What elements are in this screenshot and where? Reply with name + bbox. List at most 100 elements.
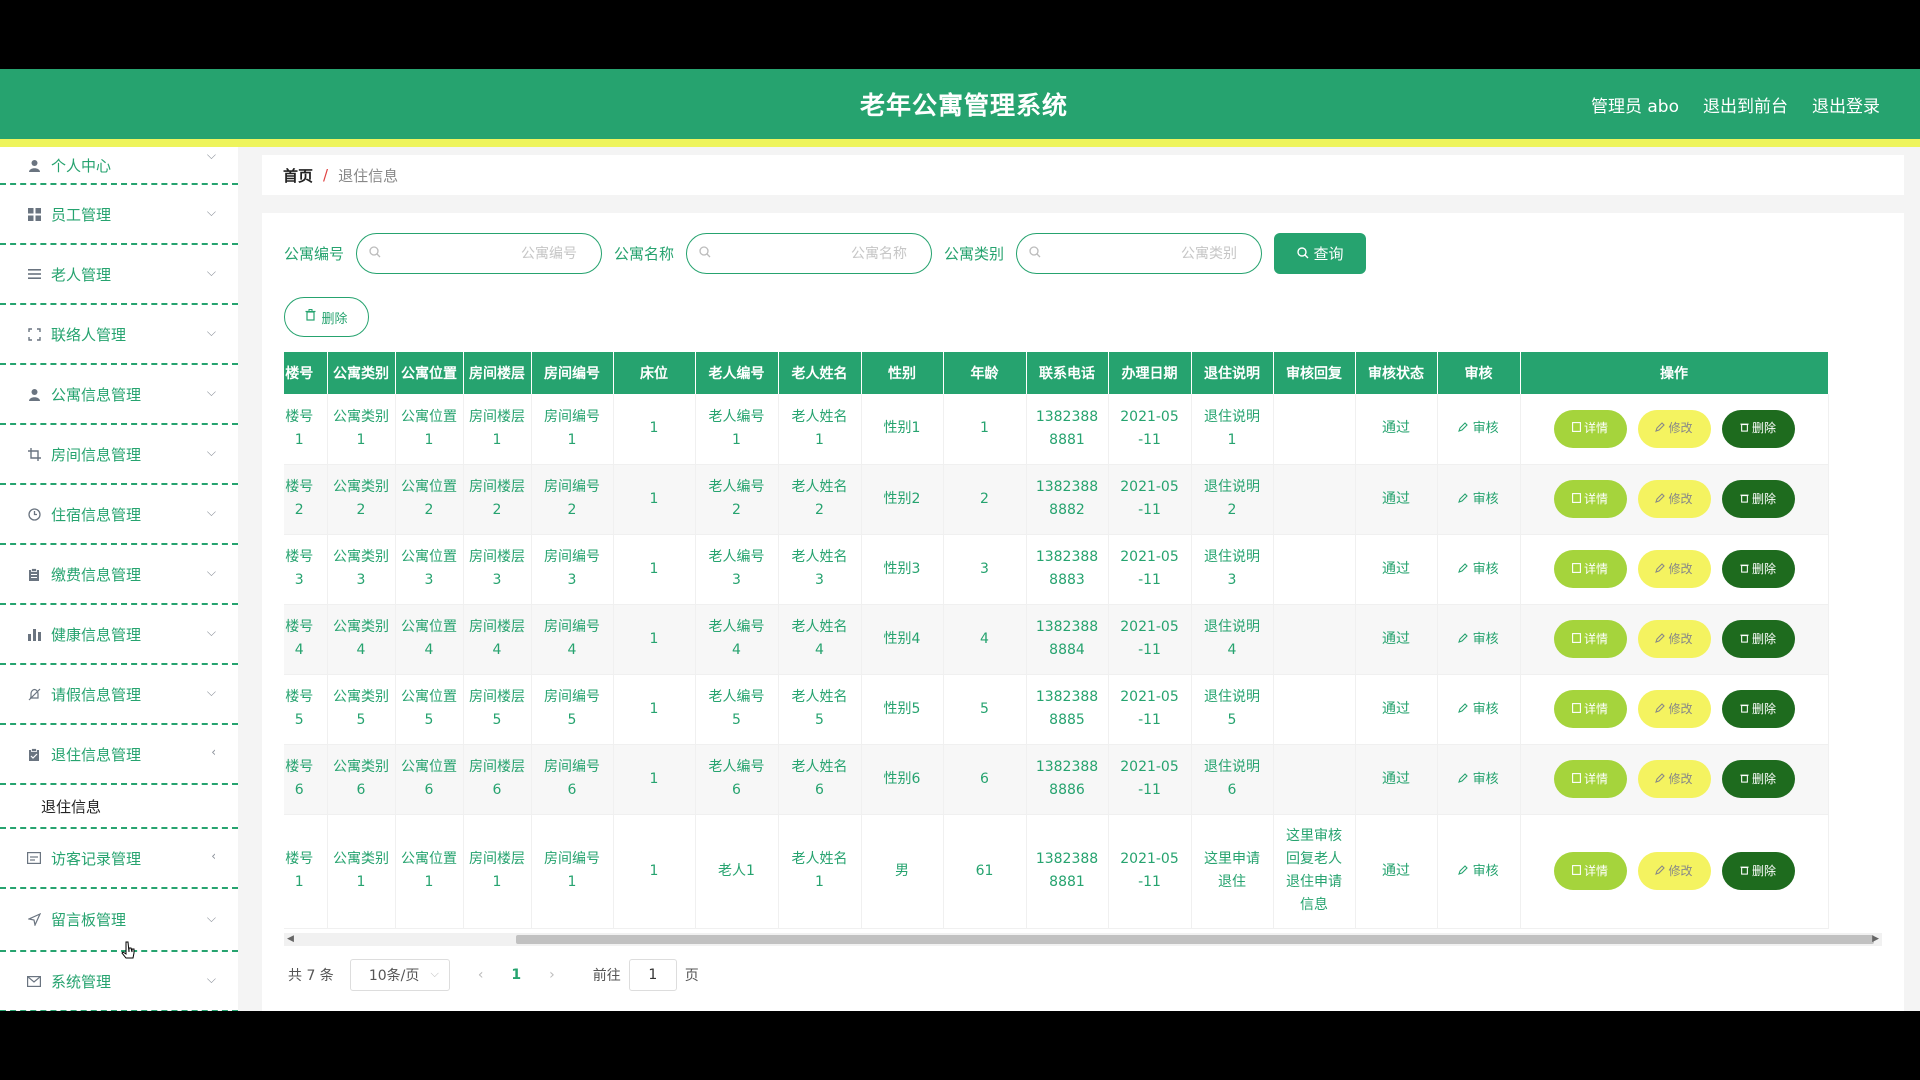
chevron-left-icon: ‹ bbox=[211, 745, 216, 759]
table-cell: 老人编号 6 bbox=[695, 744, 779, 815]
logout-link[interactable]: 退出登录 bbox=[1812, 92, 1880, 117]
sidebar-item[interactable]: 公寓信息管理 ⌵ bbox=[0, 365, 238, 425]
document-icon bbox=[1572, 628, 1581, 651]
chevron-down-icon: ⌵ bbox=[206, 625, 216, 639]
trash-icon bbox=[1740, 768, 1749, 791]
card-icon bbox=[26, 850, 42, 866]
sidebar-item[interactable]: 退住信息管理 ‹ bbox=[0, 725, 238, 785]
delete-button[interactable]: 删除 bbox=[1721, 550, 1795, 588]
audit-link[interactable]: 审核 bbox=[1458, 772, 1499, 787]
delete-button[interactable]: 删除 bbox=[1721, 852, 1795, 890]
scrollbar-thumb[interactable] bbox=[516, 935, 1874, 944]
sidebar-item[interactable]: 员工管理 ⌵ bbox=[0, 185, 238, 245]
column-header: 审核 bbox=[1437, 352, 1521, 394]
chevron-down-icon: ⌵ bbox=[206, 911, 216, 925]
column-header: 房间楼层 bbox=[463, 352, 532, 394]
header-accent-bar bbox=[0, 139, 1920, 147]
chevron-down-icon: ⌵ bbox=[206, 148, 216, 162]
table-cell: 6 bbox=[943, 744, 1027, 815]
edit-label: 修改 bbox=[1668, 491, 1693, 506]
document-icon bbox=[1572, 558, 1581, 581]
operations-cell: 详情 修改 删除 bbox=[1520, 674, 1829, 745]
user-icon bbox=[26, 386, 42, 402]
sidebar-item[interactable]: 访客记录管理 ‹ bbox=[0, 829, 238, 889]
audit-link[interactable]: 审核 bbox=[1458, 421, 1499, 436]
table-cell: 1 bbox=[613, 604, 696, 675]
audit-link[interactable]: 审核 bbox=[1458, 562, 1499, 577]
audit-link[interactable]: 审核 bbox=[1458, 864, 1499, 879]
chevron-down-icon: ⌵ bbox=[206, 205, 216, 219]
edit-button[interactable]: 修改 bbox=[1637, 409, 1711, 448]
delete-button[interactable]: 删除 bbox=[1721, 620, 1795, 658]
horizontal-scrollbar[interactable]: ◀ ▶ bbox=[284, 933, 1882, 946]
table-cell: 房间楼层 4 bbox=[463, 604, 532, 675]
audit-link[interactable]: 审核 bbox=[1458, 702, 1499, 717]
sidebar-item[interactable]: 联络人管理 ⌵ bbox=[0, 305, 238, 365]
sidebar-item[interactable]: 系统管理 ⌵ bbox=[0, 952, 238, 1011]
detail-button[interactable]: 详情 bbox=[1553, 690, 1627, 728]
delete-label: 删除 bbox=[1751, 491, 1776, 506]
goto-page-input[interactable] bbox=[628, 959, 677, 991]
delete-button[interactable]: 删除 bbox=[1721, 760, 1795, 798]
edit-button[interactable]: 修改 bbox=[1637, 760, 1711, 798]
sidebar-item-label: 员工管理 bbox=[51, 205, 112, 224]
sidebar-item[interactable]: 请假信息管理 ⌵ bbox=[0, 665, 238, 725]
audit-link[interactable]: 审核 bbox=[1458, 491, 1499, 507]
crop-icon bbox=[26, 446, 42, 462]
edit-button[interactable]: 修改 bbox=[1637, 620, 1711, 658]
edit-button[interactable]: 修改 bbox=[1637, 690, 1711, 728]
scroll-right-icon[interactable]: ▶ bbox=[1872, 933, 1879, 946]
audit-cell: 审核 bbox=[1437, 604, 1521, 675]
table-cell: 通过 bbox=[1355, 534, 1438, 605]
detail-button[interactable]: 详情 bbox=[1553, 550, 1627, 588]
delete-button[interactable]: 删除 bbox=[1721, 480, 1795, 518]
table-cell: 房间楼层 1 bbox=[463, 814, 532, 929]
batch-delete-button[interactable]: 删除 bbox=[284, 297, 369, 337]
scroll-left-icon[interactable]: ◀ bbox=[287, 933, 294, 946]
apartment-no-input[interactable] bbox=[387, 242, 588, 266]
delete-label: 删除 bbox=[1751, 561, 1776, 576]
query-button[interactable]: 查询 bbox=[1274, 233, 1367, 274]
table-cell: 公寓类别 1 bbox=[327, 814, 396, 929]
detail-button[interactable]: 详情 bbox=[1553, 480, 1627, 518]
delete-button[interactable]: 删除 bbox=[1721, 409, 1795, 448]
sidebar-item[interactable]: 健康信息管理 ⌵ bbox=[0, 605, 238, 665]
edit-button[interactable]: 修改 bbox=[1637, 852, 1711, 890]
apartment-name-input[interactable] bbox=[717, 242, 918, 266]
sidebar-item[interactable]: 房间信息管理 ⌵ bbox=[0, 425, 238, 485]
apartment-name-label: 公寓名称 bbox=[614, 245, 675, 263]
edit-button[interactable]: 修改 bbox=[1637, 550, 1711, 588]
next-page-icon[interactable]: › bbox=[549, 967, 555, 983]
to-front-link[interactable]: 退出到前台 bbox=[1703, 92, 1788, 117]
trash-icon bbox=[1740, 417, 1749, 440]
sidebar-item[interactable]: 缴费信息管理 ⌵ bbox=[0, 545, 238, 605]
detail-button[interactable]: 详情 bbox=[1553, 409, 1627, 448]
table-cell: 1 bbox=[943, 394, 1027, 465]
breadcrumb-home[interactable]: 首页 bbox=[283, 165, 313, 186]
prev-page-icon[interactable]: ‹ bbox=[478, 967, 484, 983]
sidebar-item-label: 老人管理 bbox=[51, 265, 112, 284]
page-size-select[interactable]: 10条/页 ⌵ bbox=[349, 959, 450, 991]
chevron-down-icon: ⌵ bbox=[206, 505, 216, 519]
detail-button[interactable]: 详情 bbox=[1553, 620, 1627, 658]
delete-label: 删除 bbox=[1751, 771, 1776, 786]
detail-button[interactable]: 详情 bbox=[1553, 760, 1627, 798]
column-header: 老人姓名 bbox=[778, 352, 862, 394]
apartment-type-input[interactable] bbox=[1047, 242, 1248, 266]
table-cell: 楼号 4 bbox=[284, 604, 328, 675]
edit-button[interactable]: 修改 bbox=[1637, 480, 1711, 518]
chevron-down-icon: ⌵ bbox=[206, 325, 216, 339]
delete-button[interactable]: 删除 bbox=[1721, 690, 1795, 728]
detail-button[interactable]: 详情 bbox=[1553, 852, 1627, 890]
sidebar-item[interactable]: 个人中心 ⌵ bbox=[0, 147, 238, 185]
sidebar-subitem-checkout-info[interactable]: 退住信息 bbox=[0, 785, 238, 829]
audit-link[interactable]: 审核 bbox=[1458, 632, 1499, 647]
audit-label: 审核 bbox=[1472, 491, 1499, 507]
sidebar-item[interactable]: 留言板管理 ⌵ bbox=[0, 889, 238, 952]
sidebar-item[interactable]: 住宿信息管理 ⌵ bbox=[0, 485, 238, 545]
sidebar-item[interactable]: 老人管理 ⌵ bbox=[0, 245, 238, 305]
clipboard-check-icon bbox=[26, 746, 42, 762]
current-page[interactable]: 1 bbox=[511, 967, 521, 983]
fullscreen-icon bbox=[26, 326, 42, 342]
search-icon bbox=[369, 246, 381, 262]
